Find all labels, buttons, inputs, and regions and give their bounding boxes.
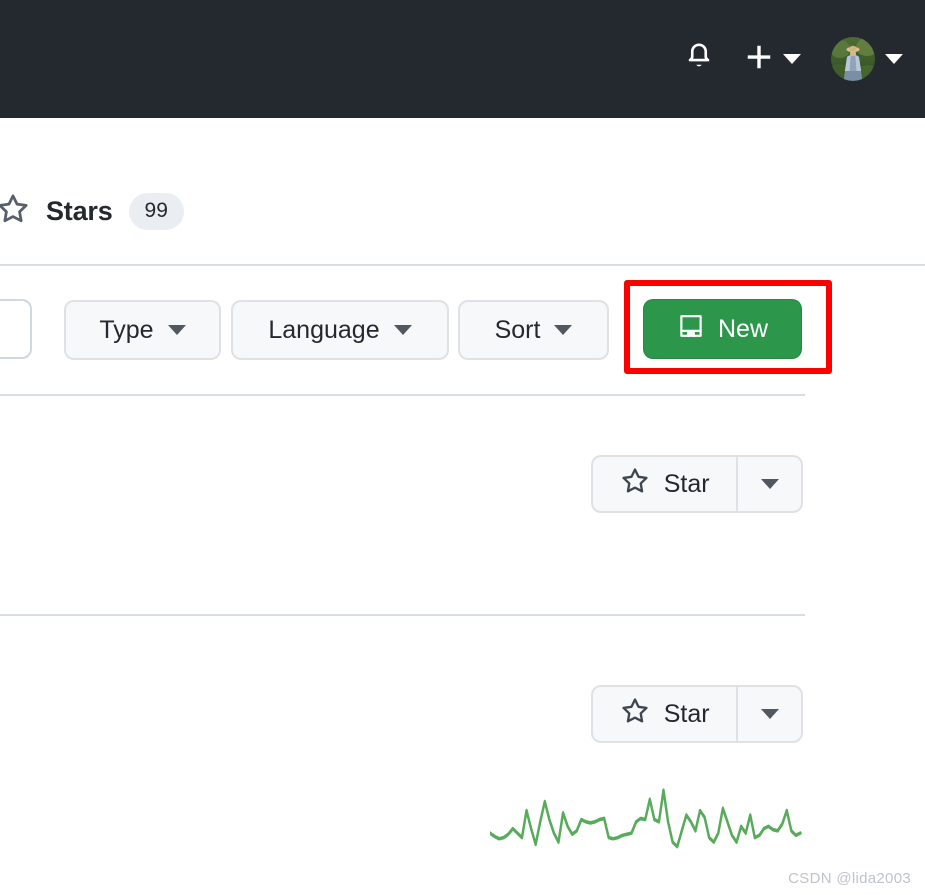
notifications-button[interactable] [672,32,726,86]
filter-type-button[interactable]: Type [64,300,221,360]
star-options-button[interactable] [738,457,801,511]
stars-count-badge: 99 [128,193,184,230]
chevron-down-icon [167,325,186,335]
chevron-down-icon [760,479,779,489]
avatar [831,37,875,81]
chevron-down-icon [760,709,779,719]
filter-language-button[interactable]: Language [231,300,449,360]
chevron-down-icon [783,54,801,64]
new-repository-button[interactable]: New [643,299,802,359]
star-button-group: Star [591,455,803,513]
create-new-button[interactable] [726,42,809,77]
star-button-group: Star [591,685,803,743]
star-button[interactable]: Star [593,687,739,741]
tab-stars-label: Stars [46,196,113,226]
star-options-button[interactable] [738,687,801,741]
filter-sort-label: Sort [494,315,541,344]
user-menu-button[interactable] [809,37,903,81]
header-actions [672,0,903,118]
new-button-label: New [717,314,768,343]
bell-icon [684,42,714,77]
chevron-down-icon [554,325,573,335]
star-icon [0,192,30,231]
plus-icon [744,42,774,77]
filter-sort-button[interactable]: Sort [458,300,609,360]
repo-icon [677,312,705,347]
tab-stars[interactable]: Stars 99 [0,192,184,231]
filter-type-label: Type [99,315,154,344]
global-header [0,0,925,118]
star-button[interactable]: Star [593,457,739,511]
chevron-down-icon [885,54,903,64]
star-button-label: Star [663,469,710,498]
star-icon [620,696,650,733]
search-input[interactable] [0,299,32,359]
list-divider [0,394,805,396]
list-divider [0,614,805,616]
watermark: CSDN @lida2003 [788,870,911,887]
star-button-label: Star [663,699,710,728]
nav-underline [0,264,925,266]
filter-language-label: Language [268,315,380,344]
chevron-down-icon [393,325,412,335]
star-icon [620,466,650,503]
activity-sparkline [488,788,802,850]
